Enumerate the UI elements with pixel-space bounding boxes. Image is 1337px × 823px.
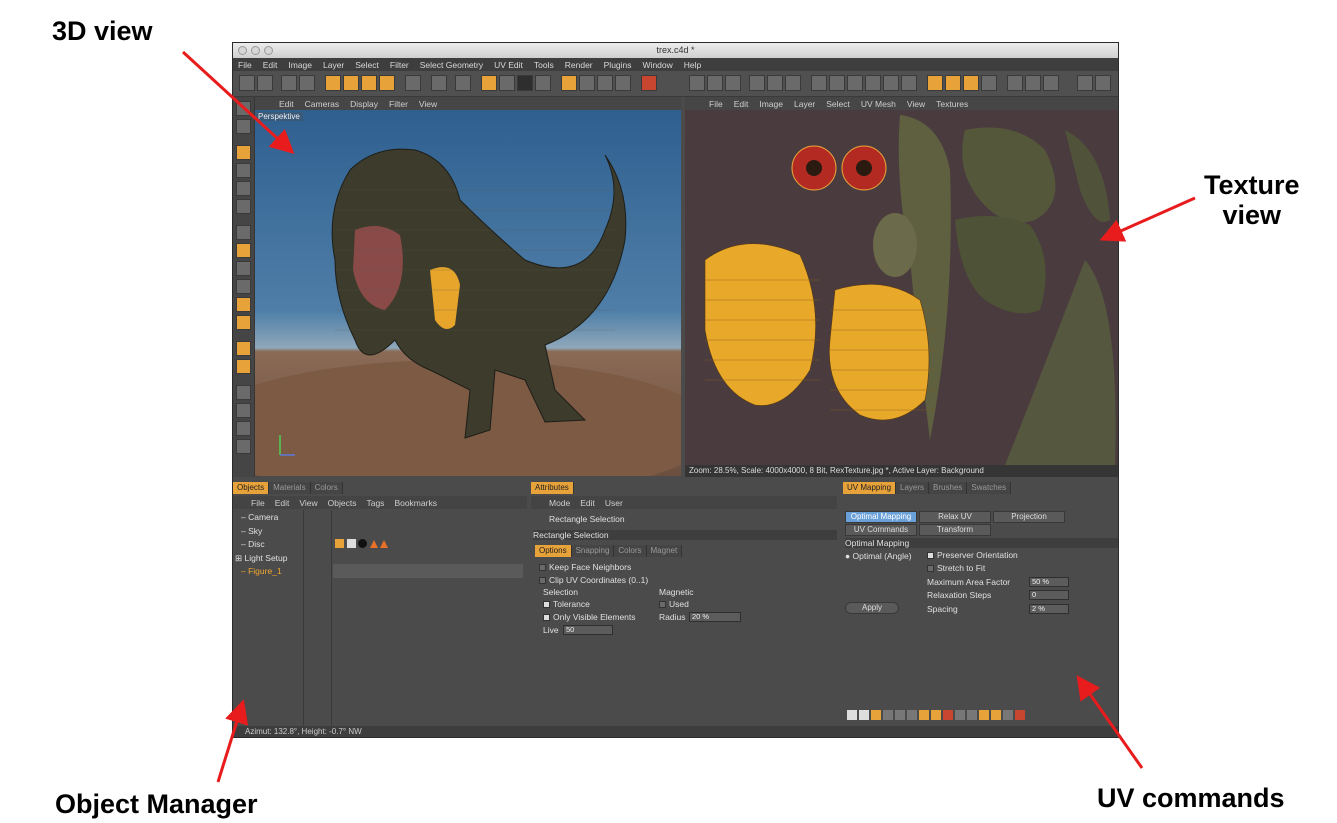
arrow-object-manager [216,699,249,783]
arrow-texture-view [1099,196,1196,242]
arrow-3d-view [181,50,295,155]
arrow-uv-commands [1076,675,1144,769]
callout-arrows [181,50,1196,783]
